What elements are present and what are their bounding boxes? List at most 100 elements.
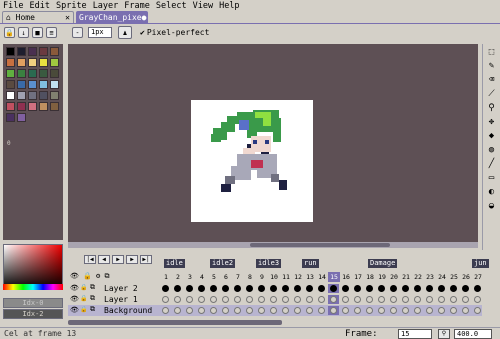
palette-swatch[interactable] <box>6 113 15 122</box>
frame-number[interactable]: 24 <box>436 272 448 282</box>
frame-number[interactable]: 27 <box>472 272 484 282</box>
eye-icon[interactable]: 👁 <box>70 306 79 314</box>
palette-swatch[interactable] <box>17 113 26 122</box>
animation-tag[interactable]: idle2 <box>210 259 236 268</box>
blur-icon[interactable]: ◍ <box>485 144 498 156</box>
ellipse-icon[interactable]: ◐ <box>485 186 498 198</box>
frame-number[interactable]: 7 <box>232 272 244 282</box>
pixel-perfect-checkbox[interactable]: ✔ Pixel-perfect <box>140 28 209 37</box>
ink-icon[interactable]: ♟ <box>118 26 132 39</box>
eyedropper-icon[interactable]: ⟋ <box>485 88 498 100</box>
frame-number[interactable]: 9 <box>256 272 268 282</box>
frame-number[interactable]: 22 <box>412 272 424 282</box>
cel[interactable] <box>424 284 435 293</box>
menu-sprite[interactable]: Sprite <box>56 1 87 11</box>
cel[interactable] <box>316 284 327 293</box>
cel[interactable] <box>220 295 231 304</box>
menu-select[interactable]: Select <box>156 1 187 11</box>
palette-swatch[interactable] <box>39 102 48 111</box>
last-frame-button[interactable]: ▶| <box>140 255 152 264</box>
palette-swatch[interactable] <box>6 58 15 67</box>
cel[interactable] <box>184 306 195 315</box>
cel[interactable] <box>220 284 231 293</box>
cel[interactable] <box>160 295 171 304</box>
palette-swatch[interactable] <box>39 69 48 78</box>
cel[interactable] <box>232 284 243 293</box>
contour-icon[interactable]: ◒ <box>485 200 498 212</box>
marquee-icon[interactable]: ⬚ <box>485 46 498 58</box>
palette-swatch[interactable] <box>6 102 15 111</box>
palette-swatch[interactable] <box>50 102 59 111</box>
frame-number[interactable]: 2 <box>172 272 184 282</box>
cel[interactable] <box>412 306 423 315</box>
menu-file[interactable]: File <box>3 1 23 11</box>
cel[interactable] <box>424 295 435 304</box>
menu-frame[interactable]: Frame <box>124 1 150 11</box>
cel[interactable] <box>388 306 399 315</box>
cel[interactable] <box>448 284 459 293</box>
cel[interactable] <box>160 306 171 315</box>
minus-icon[interactable]: - <box>72 27 83 38</box>
palette-swatch[interactable] <box>50 58 59 67</box>
eye-icon[interactable]: 👁 <box>70 295 79 303</box>
cel[interactable] <box>232 306 243 315</box>
cel[interactable] <box>436 284 447 293</box>
next-frame-button[interactable]: ▶ <box>126 255 138 264</box>
palette-swatch[interactable] <box>50 47 59 56</box>
cel[interactable] <box>376 295 387 304</box>
cel[interactable] <box>268 284 279 293</box>
close-icon[interactable]: ✕ <box>65 13 70 22</box>
cel[interactable] <box>472 306 483 315</box>
palette-swatch[interactable] <box>28 69 37 78</box>
menu-icon[interactable]: ≡ <box>46 27 57 38</box>
cel[interactable] <box>256 295 267 304</box>
frame-number[interactable]: 23 <box>424 272 436 282</box>
cel[interactable] <box>364 306 375 315</box>
cel[interactable] <box>340 295 351 304</box>
animation-tag[interactable]: idle3 <box>256 259 282 268</box>
pencil-icon[interactable]: ✎ <box>485 60 498 72</box>
foreground-color[interactable]: Idx-0 <box>3 298 63 308</box>
cel[interactable] <box>460 295 471 304</box>
canvas-area[interactable] <box>68 44 478 248</box>
continuous-icon[interactable]: ⧉ <box>90 305 95 314</box>
cel[interactable] <box>388 284 399 293</box>
cel[interactable] <box>244 295 255 304</box>
frame-number[interactable]: 5 <box>208 272 220 282</box>
cel[interactable] <box>436 306 447 315</box>
zoom-input[interactable]: 400.0 <box>454 329 492 339</box>
line-icon[interactable]: ╱ <box>485 158 498 170</box>
lock-icon[interactable]: 🔒 <box>80 295 87 302</box>
lock-icon[interactable]: 🔒 <box>80 306 87 313</box>
palette-swatch[interactable] <box>17 69 26 78</box>
menu-layer[interactable]: Layer <box>93 1 119 11</box>
cel[interactable] <box>448 306 459 315</box>
cel[interactable] <box>460 306 471 315</box>
cel[interactable] <box>376 284 387 293</box>
frame-number[interactable]: 3 <box>184 272 196 282</box>
menu-view[interactable]: View <box>193 1 213 11</box>
lock-icon[interactable]: 🔒 <box>80 284 87 291</box>
rectangle-icon[interactable]: ▭ <box>485 172 498 184</box>
palette-swatch[interactable] <box>6 69 15 78</box>
cel[interactable] <box>268 295 279 304</box>
palette-swatch[interactable] <box>50 91 59 100</box>
cel[interactable] <box>316 295 327 304</box>
move-icon[interactable]: ✥ <box>485 116 498 128</box>
frame-number[interactable]: 6 <box>220 272 232 282</box>
cel[interactable] <box>364 295 375 304</box>
cel[interactable] <box>472 284 483 293</box>
cel[interactable] <box>292 284 303 293</box>
cel[interactable] <box>280 295 291 304</box>
cel[interactable] <box>460 284 471 293</box>
frame-input[interactable]: 15 <box>398 329 432 339</box>
frame-number[interactable]: 17 <box>352 272 364 282</box>
cel[interactable] <box>364 284 375 293</box>
scroll-thumb[interactable] <box>250 243 390 247</box>
menu-help[interactable]: Help <box>219 1 239 11</box>
frame-number[interactable]: 14 <box>316 272 328 282</box>
cel[interactable] <box>400 284 411 293</box>
frame-number[interactable]: 19 <box>376 272 388 282</box>
cel[interactable] <box>472 295 483 304</box>
palette-swatch[interactable] <box>28 80 37 89</box>
